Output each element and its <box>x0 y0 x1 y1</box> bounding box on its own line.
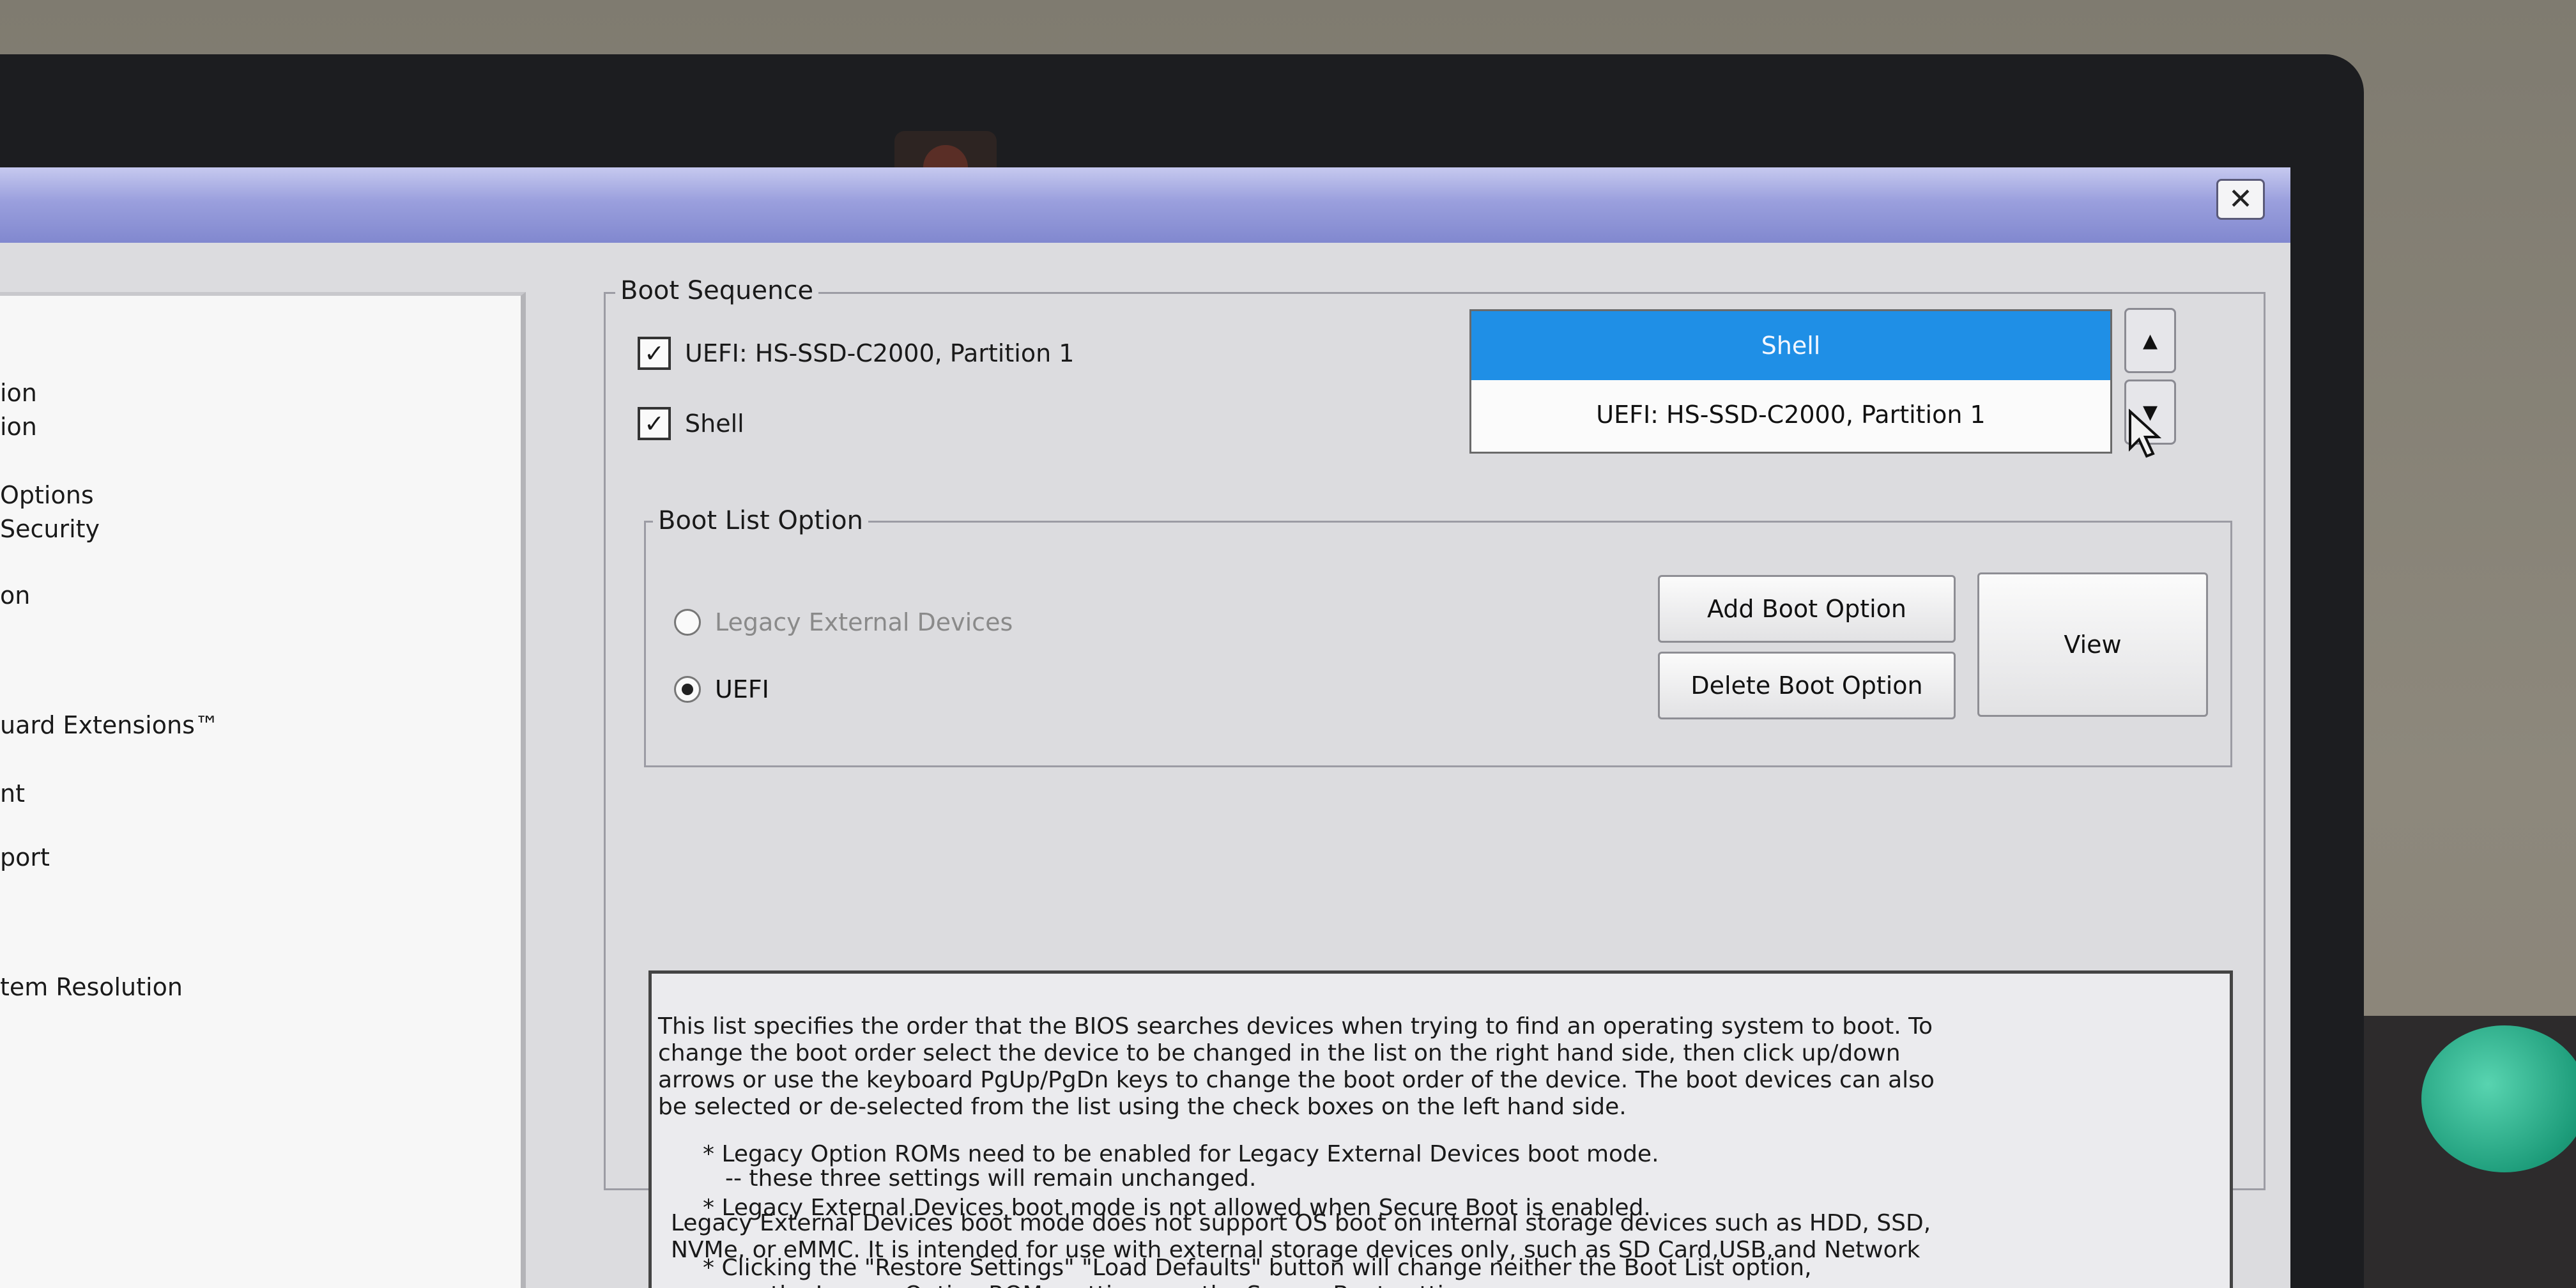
radio-uefi[interactable]: UEFI <box>674 675 769 703</box>
checkbox-checked-icon[interactable]: ✓ <box>638 407 671 440</box>
move-up-button[interactable]: ▲ <box>2124 308 2176 373</box>
nav-item-4[interactable]: on <box>0 581 30 610</box>
radio-selected-icon[interactable] <box>674 676 701 703</box>
radio-legacy-external-devices: Legacy External Devices <box>674 608 1013 636</box>
boot-order-list: Shell UEFI: HS-SSD-C2000, Partition 1 <box>1469 309 2112 454</box>
boot-sequence-legend: Boot Sequence <box>615 276 819 305</box>
radio-unselected-icon <box>674 609 701 636</box>
nav-item-support[interactable]: port <box>0 843 50 871</box>
help-note: nor the Legacy Option ROMs setting, nor … <box>725 1282 1473 1288</box>
nav-item-2[interactable]: ion <box>0 413 37 441</box>
boot-order-item-shell[interactable]: Shell <box>1471 311 2110 380</box>
nav-item-5[interactable]: nt <box>0 779 25 808</box>
checkbox-checked-icon[interactable]: ✓ <box>638 337 671 370</box>
mouse-pointer-icon <box>2129 409 2162 458</box>
help-note: * Legacy Option ROMs need to be enabled … <box>703 1141 1659 1167</box>
boot-entry-uefi[interactable]: ✓ UEFI: HS-SSD-C2000, Partition 1 <box>638 337 1074 370</box>
boot-list-option-legend: Boot List Option <box>653 506 868 535</box>
computer-mouse <box>2421 1025 2576 1172</box>
close-button[interactable]: ✕ <box>2216 179 2265 220</box>
nav-item-options[interactable]: Options <box>0 481 94 509</box>
boot-order-item-uefi[interactable]: UEFI: HS-SSD-C2000, Partition 1 <box>1471 383 2110 447</box>
view-button[interactable]: View <box>1977 572 2208 717</box>
boot-entry-shell[interactable]: ✓ Shell <box>638 407 744 440</box>
radio-legacy-label: Legacy External Devices <box>715 608 1013 636</box>
add-boot-option-button[interactable]: Add Boot Option <box>1658 575 1956 643</box>
close-icon: ✕ <box>2228 181 2253 216</box>
nav-item-security[interactable]: Security <box>0 515 100 543</box>
bios-screen: ✕ ion ion Options Security on uard Exten… <box>0 167 2290 1288</box>
delete-boot-option-button[interactable]: Delete Boot Option <box>1658 652 1956 719</box>
help-line: arrows or use the keyboard PgUp/PgDn key… <box>658 1067 1935 1093</box>
help-line: be selected or de-selected from the list… <box>658 1094 1627 1120</box>
boot-entry-shell-label: Shell <box>685 410 744 438</box>
nav-item-system-resolution[interactable]: tem Resolution <box>0 973 183 1001</box>
window-titlebar: ✕ <box>0 167 2290 243</box>
help-note: -- these three settings will remain unch… <box>725 1165 1257 1192</box>
help-line: change the boot order select the device … <box>658 1040 1901 1066</box>
nav-item-1[interactable]: ion <box>0 379 37 407</box>
help-line: NVMe, or eMMC. It is intended for use wi… <box>671 1237 1920 1263</box>
triangle-up-icon: ▲ <box>2142 329 2158 352</box>
settings-nav-panel: ion ion Options Security on uard Extensi… <box>0 292 526 1288</box>
nav-item-guard-extensions[interactable]: uard Extensions™ <box>0 711 219 739</box>
radio-uefi-label: UEFI <box>715 675 769 703</box>
help-line: This list specifies the order that the B… <box>658 1013 1933 1039</box>
help-line: Legacy External Devices boot mode does n… <box>671 1210 1931 1236</box>
boot-entry-uefi-label: UEFI: HS-SSD-C2000, Partition 1 <box>685 339 1075 367</box>
